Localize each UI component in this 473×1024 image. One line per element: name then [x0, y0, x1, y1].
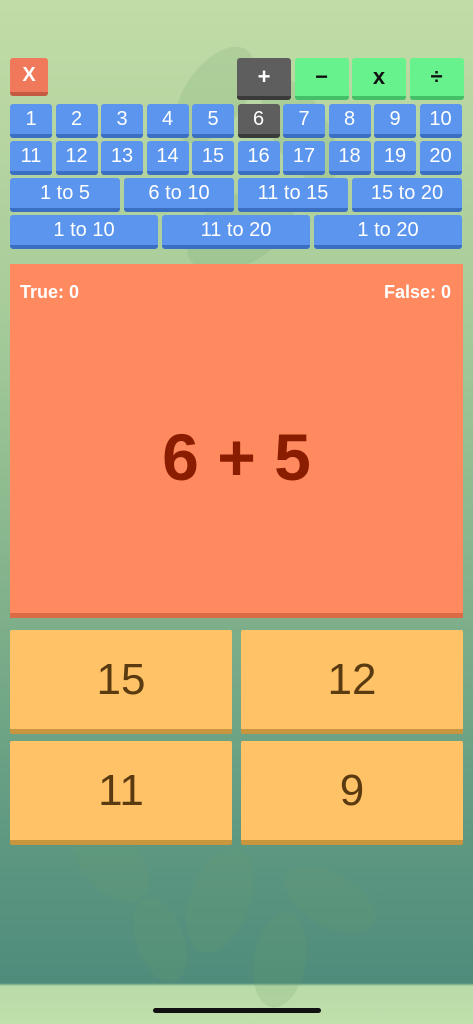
number-7-button-label: 7	[298, 107, 310, 130]
answer-option-2-button-label: 12	[327, 654, 377, 704]
answer-option-4-button-label: 9	[339, 765, 365, 815]
number-18-button[interactable]: 18	[328, 141, 371, 175]
number-15-button[interactable]: 15	[192, 141, 234, 175]
number-17-button[interactable]: 17	[283, 141, 325, 175]
range-15-to-20-button[interactable]: 15 to 20	[352, 178, 462, 212]
answer-option-3-button[interactable]: 11	[10, 741, 232, 845]
operator-multiply-button-label: x	[372, 64, 386, 89]
number-9-button[interactable]: 9	[374, 104, 416, 138]
number-10-button-label: 10	[429, 107, 452, 130]
number-16-button[interactable]: 16	[237, 141, 280, 175]
home-indicator	[153, 1008, 321, 1013]
number-14-button-label: 14	[156, 144, 179, 167]
number-15-button-label: 15	[201, 144, 225, 167]
range-1-to-5-button-label: 1 to 5	[39, 181, 91, 204]
number-8-button-label: 8	[343, 107, 356, 130]
range-11-to-15-button[interactable]: 11 to 15	[238, 178, 348, 212]
number-12-button-label: 12	[65, 144, 88, 167]
number-9-button-label: 9	[389, 107, 401, 130]
number-19-button[interactable]: 19	[374, 141, 416, 175]
number-4-button[interactable]: 4	[146, 104, 189, 138]
range-11-to-20-wide-button-label: 11 to 20	[200, 218, 272, 241]
operator-divide-button[interactable]: ÷	[409, 58, 464, 100]
range-1-to-5-button[interactable]: 1 to 5	[10, 178, 120, 212]
range-1-to-10-wide-button[interactable]: 1 to 10	[10, 215, 158, 249]
number-6-button-label: 6	[252, 107, 265, 130]
false-score: False: 0	[383, 282, 451, 302]
range-6-to-10-button[interactable]: 6 to 10	[124, 178, 234, 212]
number-20-button[interactable]: 20	[419, 141, 462, 175]
number-2-button[interactable]: 2	[55, 104, 98, 138]
number-17-button-label: 17	[292, 144, 316, 167]
range-11-to-15-button-label: 11 to 15	[257, 181, 329, 204]
number-14-button[interactable]: 14	[146, 141, 189, 175]
number-20-button-label: 20	[429, 144, 452, 167]
number-5-button-label: 5	[207, 107, 219, 130]
number-3-button[interactable]: 3	[101, 104, 143, 138]
operator-plus-button-label: +	[257, 64, 271, 89]
answer-option-2-button[interactable]: 12	[241, 630, 463, 734]
operator-multiply-button[interactable]: x	[352, 58, 406, 100]
number-3-button-label: 3	[116, 107, 128, 130]
number-13-button-label: 13	[110, 144, 134, 167]
question-card: True: 0 False: 0 6 + 5	[10, 264, 463, 618]
number-11-button[interactable]: 11	[10, 141, 52, 175]
number-2-button-label: 2	[70, 107, 83, 130]
range-1-to-20-wide-button-label: 1 to 20	[357, 218, 419, 241]
number-7-button[interactable]: 7	[283, 104, 325, 138]
number-11-button-label: 11	[20, 144, 42, 167]
number-5-button[interactable]: 5	[192, 104, 234, 138]
range-11-to-20-wide-button[interactable]: 11 to 20	[162, 215, 310, 249]
operator-divide-button-label: ÷	[430, 64, 443, 89]
range-6-to-10-button-label: 6 to 10	[148, 181, 210, 204]
answer-option-1-button[interactable]: 15	[10, 630, 232, 734]
answer-option-1-button-label: 15	[96, 654, 146, 704]
range-15-to-20-button-label: 15 to 20	[370, 181, 444, 204]
number-10-button[interactable]: 10	[419, 104, 462, 138]
operator-plus-button[interactable]: +	[237, 58, 291, 100]
close-icon: X	[22, 63, 36, 86]
number-13-button[interactable]: 13	[101, 141, 143, 175]
question-text: 6 + 5	[162, 420, 311, 494]
number-16-button-label: 16	[247, 144, 270, 167]
number-12-button[interactable]: 12	[55, 141, 98, 175]
range-1-to-10-wide-button-label: 1 to 10	[53, 218, 115, 241]
number-6-button[interactable]: 6	[237, 104, 280, 138]
number-4-button-label: 4	[161, 107, 174, 130]
number-18-button-label: 18	[338, 144, 361, 167]
range-1-to-20-wide-button[interactable]: 1 to 20	[314, 215, 462, 249]
answer-option-3-button-label: 11	[98, 765, 144, 815]
number-8-button[interactable]: 8	[328, 104, 371, 138]
number-1-button-label: 1	[25, 107, 37, 130]
true-score: True: 0	[20, 282, 80, 302]
operator-minus-button-label: −	[315, 64, 328, 89]
answer-option-4-button[interactable]: 9	[241, 741, 463, 845]
number-19-button-label: 19	[383, 144, 407, 167]
operator-minus-button[interactable]: −	[294, 58, 349, 100]
number-1-button[interactable]: 1	[10, 104, 52, 138]
close-button[interactable]: X	[10, 58, 48, 96]
